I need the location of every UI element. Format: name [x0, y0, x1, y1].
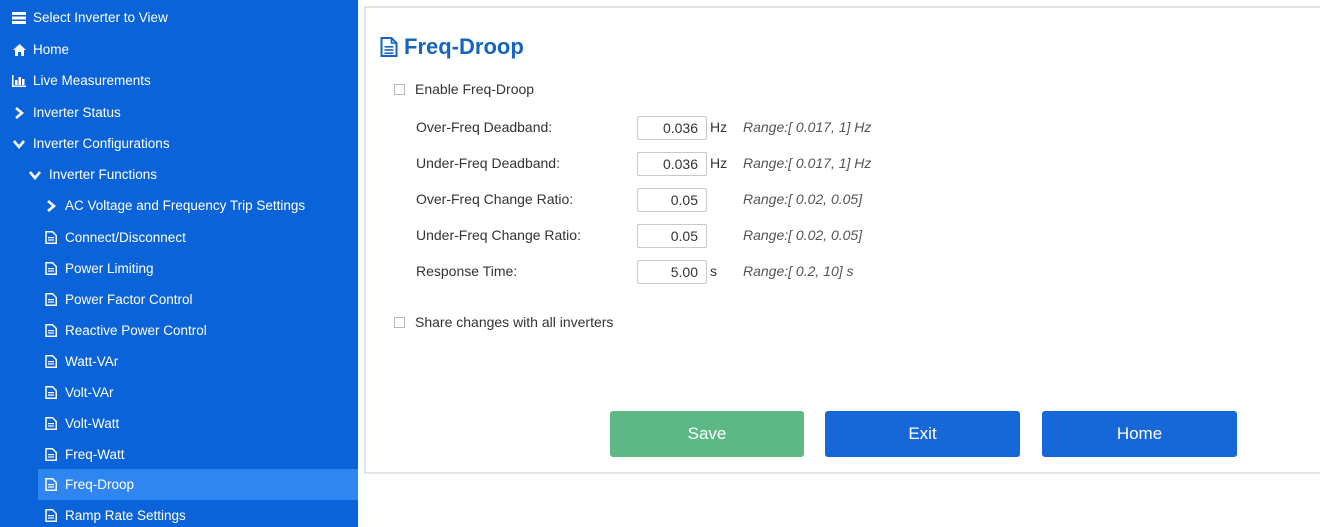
over-freq-change-ratio-range: Range:[ 0.02, 0.05]	[743, 191, 863, 207]
response-time-range: Range:[ 0.2, 10] s	[743, 263, 854, 279]
sidebar-item-label: Volt-VAr	[65, 385, 114, 400]
sidebar-item-inverter-configurations[interactable]: Inverter Configurations	[0, 128, 358, 159]
sidebar-item-label: Home	[33, 42, 70, 57]
page-title: Freq-Droop	[380, 34, 524, 60]
over-freq-deadband-range: Range:[ 0.017, 1] Hz	[743, 119, 872, 135]
share-changes-checkbox[interactable]	[394, 316, 405, 328]
sidebar-item-watt-var[interactable]: Watt-VAr	[0, 346, 358, 377]
document-icon	[44, 324, 58, 338]
chevron-right-icon	[44, 199, 58, 213]
sidebar-item-inverter-status[interactable]: Inverter Status	[0, 97, 358, 128]
sidebar-item-reactive-power-control[interactable]: Reactive Power Control	[0, 315, 358, 346]
main-panel: Freq-Droop Enable Freq-Droop Over-Freq D…	[364, 6, 1320, 474]
over-freq-deadband-unit: Hz	[710, 119, 728, 135]
sidebar-item-label: Freq-Watt	[65, 447, 125, 462]
sidebar: Select Inverter to View Home Live Measur…	[0, 0, 358, 527]
sidebar-item-label: AC Voltage and Frequency Trip Settings	[65, 198, 306, 213]
sidebar-item-freq-droop[interactable]: Freq-Droop	[38, 469, 358, 500]
save-button[interactable]: Save	[610, 411, 804, 457]
home-button[interactable]: Home	[1042, 411, 1237, 457]
document-icon	[44, 386, 58, 400]
sidebar-item-volt-var[interactable]: Volt-VAr	[0, 377, 358, 408]
sidebar-item-label: Watt-VAr	[65, 354, 119, 369]
sidebar-item-label: Inverter Configurations	[33, 136, 170, 151]
page-title-text: Freq-Droop	[404, 34, 524, 59]
document-icon	[44, 231, 58, 245]
under-freq-deadband-unit: Hz	[710, 155, 728, 171]
sidebar-item-freq-watt[interactable]: Freq-Watt	[0, 439, 358, 470]
over-freq-change-ratio-input[interactable]	[637, 188, 707, 212]
under-freq-deadband-input[interactable]	[637, 152, 707, 176]
document-icon	[44, 293, 58, 307]
over-freq-deadband-input[interactable]	[637, 116, 707, 140]
document-icon	[44, 262, 58, 276]
sidebar-item-home[interactable]: Home	[0, 34, 358, 65]
list-icon	[12, 11, 26, 25]
share-changes-label: Share changes with all inverters	[415, 314, 614, 330]
enable-freq-droop-label: Enable Freq-Droop	[415, 81, 535, 97]
chevron-down-icon	[12, 137, 26, 151]
sidebar-item-live-measurements[interactable]: Live Measurements	[0, 65, 358, 96]
under-freq-change-ratio-label: Under-Freq Change Ratio:	[416, 227, 581, 243]
sidebar-item-ramp-rate-settings[interactable]: Ramp Rate Settings	[0, 500, 358, 527]
response-time-unit: s	[710, 263, 717, 279]
bar-chart-icon	[12, 74, 26, 88]
over-freq-deadband-label: Over-Freq Deadband:	[416, 119, 553, 135]
sidebar-item-label: Power Factor Control	[65, 292, 193, 307]
sidebar-item-label: Inverter Status	[33, 105, 121, 120]
enable-freq-droop-checkbox[interactable]	[394, 83, 405, 95]
sidebar-item-label: Volt-Watt	[65, 416, 120, 431]
chevron-down-icon	[28, 168, 42, 182]
sidebar-item-label: Select Inverter to View	[33, 10, 168, 25]
sidebar-item-label: Live Measurements	[33, 73, 151, 88]
chevron-right-icon	[12, 106, 26, 120]
response-time-label: Response Time:	[416, 263, 518, 279]
sidebar-item-power-factor-control[interactable]: Power Factor Control	[0, 284, 358, 315]
sidebar-item-label: Connect/Disconnect	[65, 230, 186, 245]
sidebar-item-ac-voltage-frequency-trip[interactable]: AC Voltage and Frequency Trip Settings	[0, 190, 358, 221]
sidebar-item-label: Power Limiting	[65, 261, 154, 276]
document-icon	[44, 355, 58, 369]
under-freq-deadband-range: Range:[ 0.017, 1] Hz	[743, 155, 872, 171]
document-icon	[380, 37, 398, 57]
sidebar-item-label: Freq-Droop	[65, 477, 135, 492]
sidebar-item-label: Ramp Rate Settings	[65, 508, 186, 523]
home-icon	[12, 43, 26, 57]
document-icon	[44, 448, 58, 462]
sidebar-item-connect-disconnect[interactable]: Connect/Disconnect	[0, 222, 358, 253]
exit-button[interactable]: Exit	[825, 411, 1020, 457]
sidebar-item-inverter-functions[interactable]: Inverter Functions	[0, 159, 358, 190]
enable-freq-droop-row: Enable Freq-Droop	[394, 81, 534, 97]
document-icon	[44, 478, 58, 492]
under-freq-change-ratio-input[interactable]	[637, 224, 707, 248]
sidebar-item-label: Reactive Power Control	[65, 323, 207, 338]
sidebar-item-select-inverter[interactable]: Select Inverter to View	[0, 2, 358, 33]
document-icon	[44, 509, 58, 523]
under-freq-change-ratio-range: Range:[ 0.02, 0.05]	[743, 227, 863, 243]
sidebar-item-volt-watt[interactable]: Volt-Watt	[0, 408, 358, 439]
response-time-input[interactable]	[637, 260, 707, 284]
sidebar-item-power-limiting[interactable]: Power Limiting	[0, 253, 358, 284]
share-changes-row: Share changes with all inverters	[394, 314, 613, 330]
under-freq-deadband-label: Under-Freq Deadband:	[416, 155, 560, 171]
sidebar-item-label: Inverter Functions	[49, 167, 158, 182]
document-icon	[44, 417, 58, 431]
over-freq-change-ratio-label: Over-Freq Change Ratio:	[416, 191, 574, 207]
